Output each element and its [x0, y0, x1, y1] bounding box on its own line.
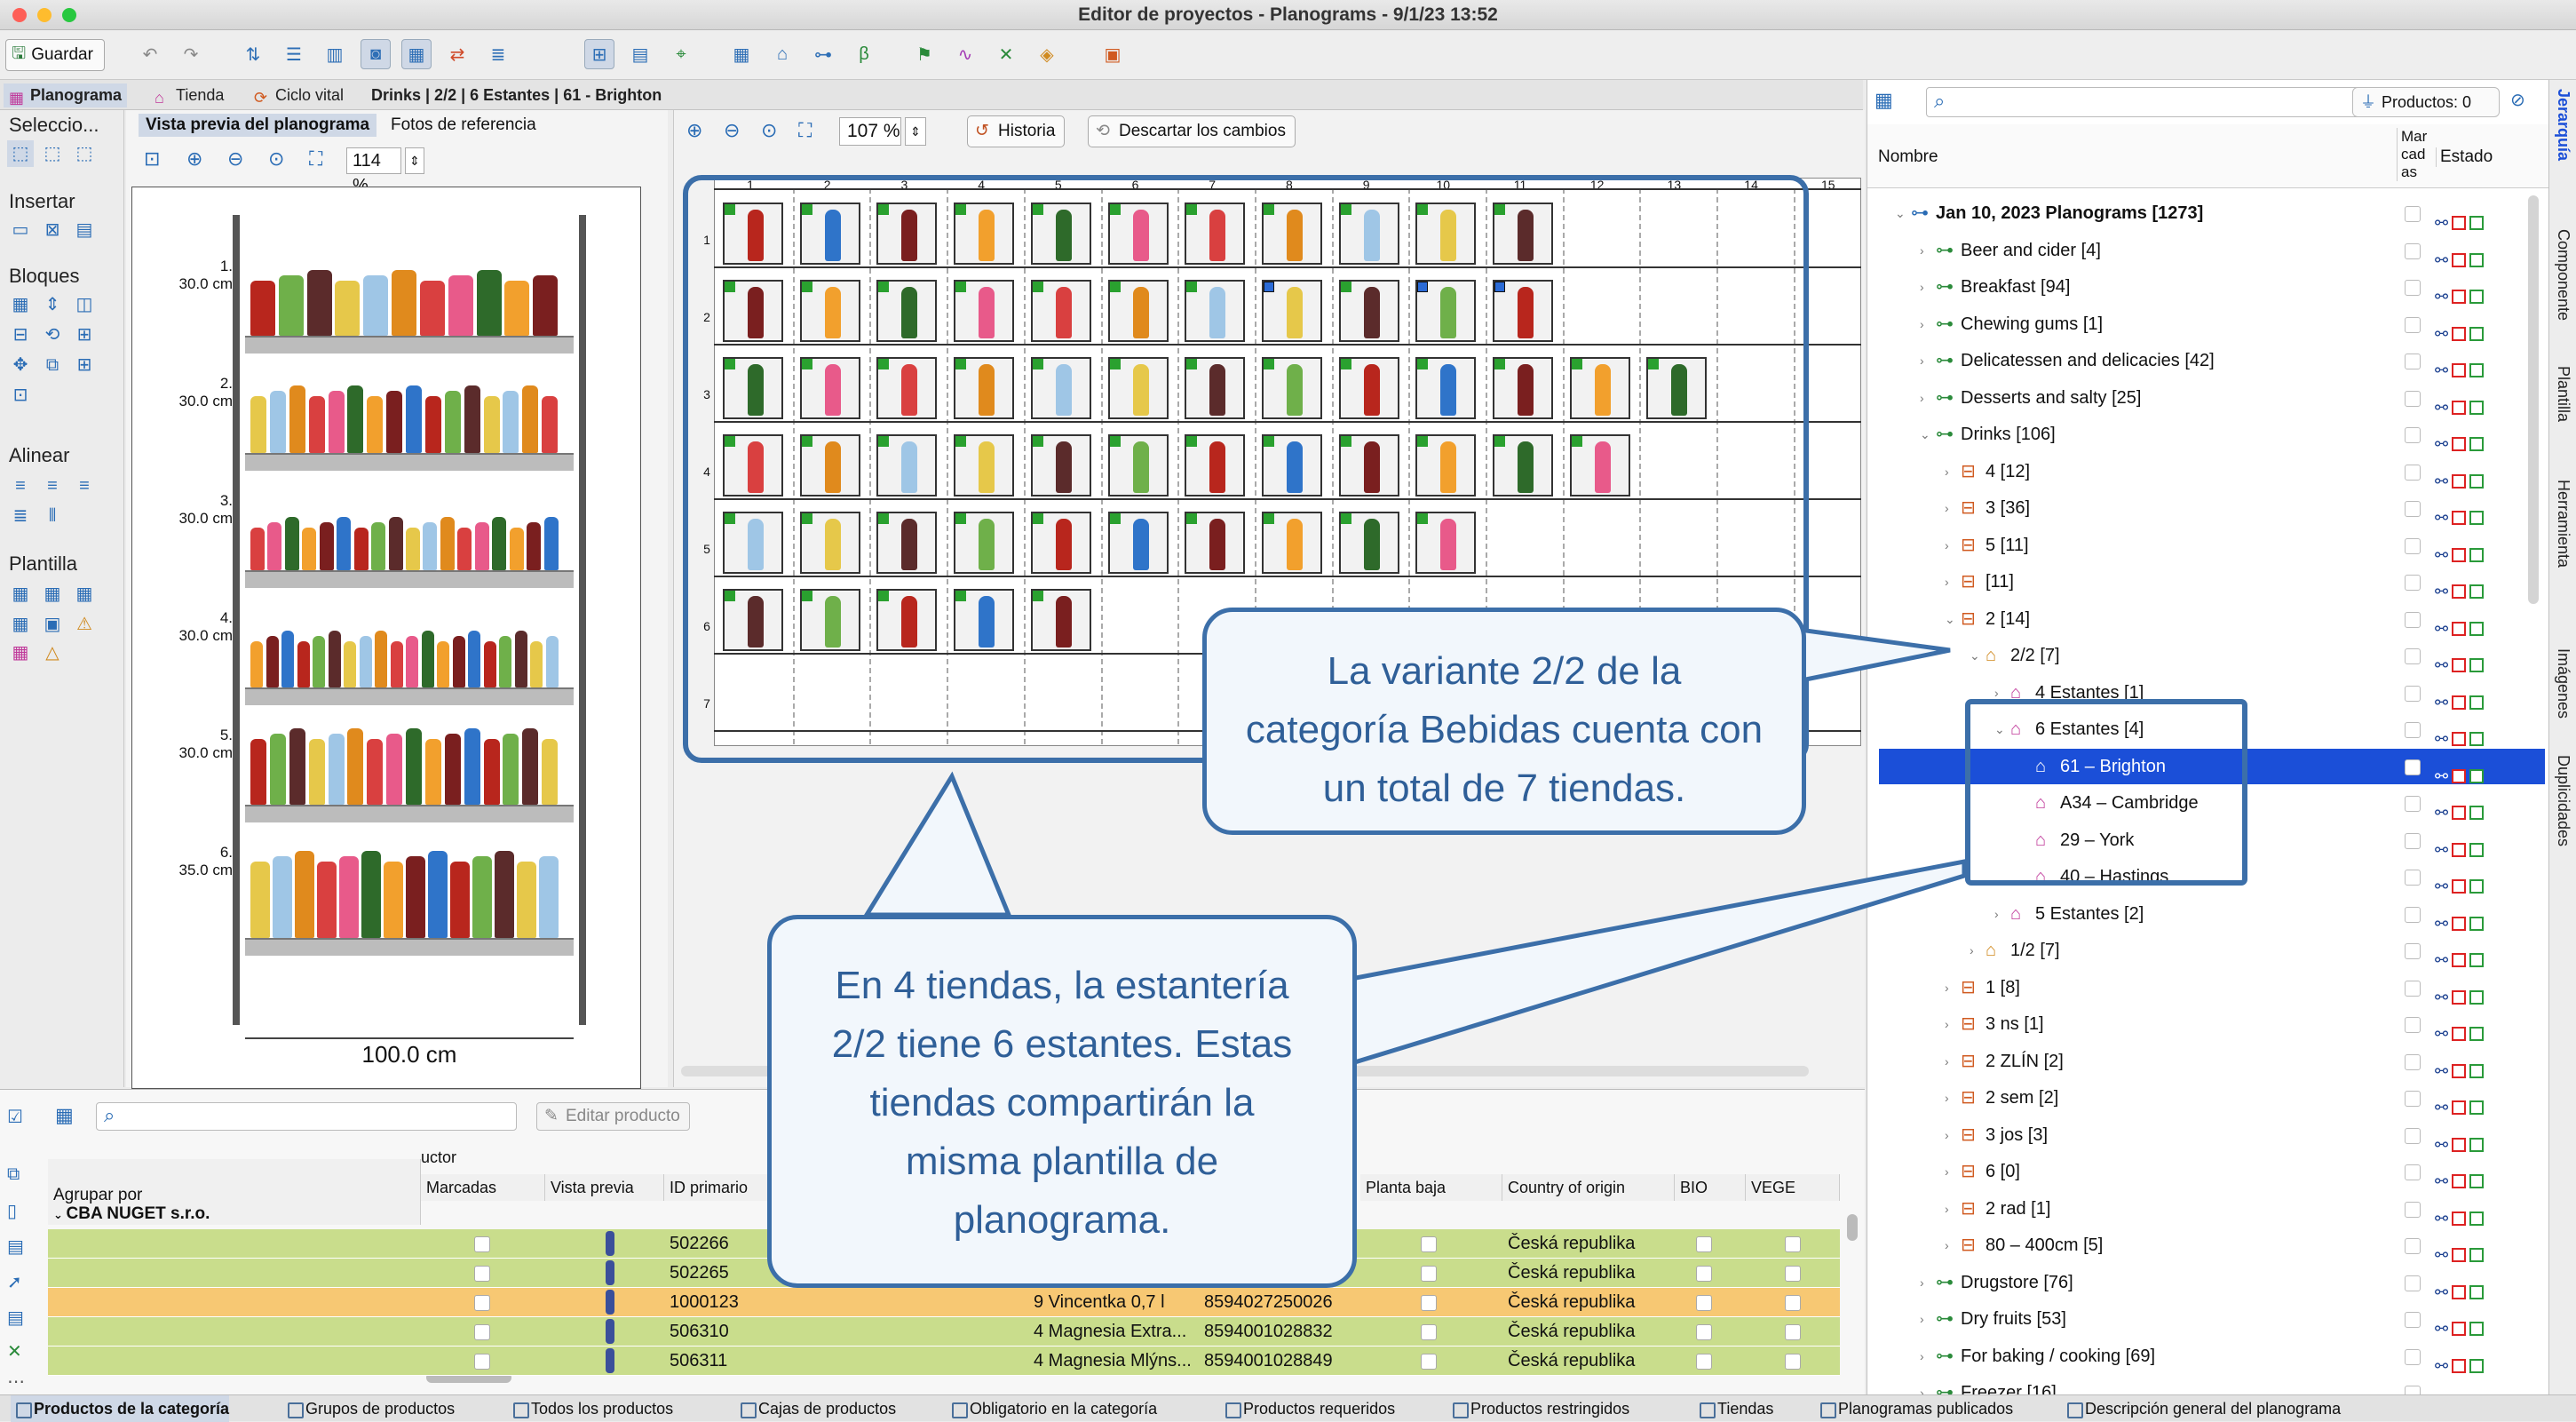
- bottom-callout: En 4 tiendas, la estantería 2/2 tiene 6 …: [767, 915, 1357, 1288]
- stores-highlight-box: [1965, 699, 2247, 886]
- top-callout: La variante 2/2 de la categoría Bebidas …: [1202, 608, 1806, 835]
- bottom-callout-arm: [1312, 858, 1967, 1078]
- bottom-callout-pointer: [862, 771, 1012, 918]
